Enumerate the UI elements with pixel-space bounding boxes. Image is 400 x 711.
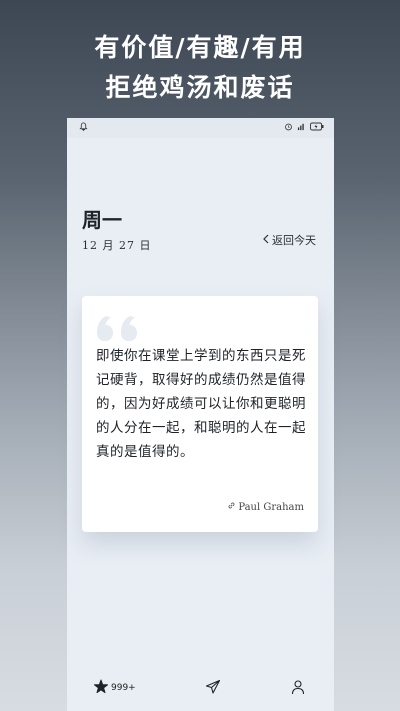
user-icon <box>290 679 306 698</box>
author-name: Paul Graham <box>238 501 304 513</box>
battery-icon <box>310 122 324 134</box>
profile-button[interactable] <box>290 679 306 698</box>
promo-line-2: 拒绝鸡汤和废话 <box>105 73 295 102</box>
chevron-left-icon <box>262 234 270 247</box>
bottom-nav: 999+ <box>67 665 334 711</box>
promo-headline: 有价值/有趣/有用 拒绝鸡汤和废话 <box>0 28 400 108</box>
quote-author: Paul Graham <box>227 501 304 513</box>
phone-screen: 周一 12 月 27 日 返回今天 即使你在课堂上学到的东西只是死记硬背，取得好… <box>67 118 334 711</box>
date-header: 周一 12 月 27 日 <box>82 204 151 253</box>
alarm-icon <box>284 122 293 134</box>
promo-line-1: 有价值/有趣/有用 <box>94 33 306 62</box>
share-button[interactable] <box>205 679 221 698</box>
bell-icon <box>79 122 88 134</box>
quote-card: 即使你在课堂上学到的东西只是死记硬背，取得好的成绩仍然是值得的，因为好成绩可以让… <box>82 296 318 532</box>
status-icons <box>284 122 324 134</box>
signal-icon <box>297 122 306 134</box>
link-icon <box>227 501 236 513</box>
date-label: 12 月 27 日 <box>82 239 152 252</box>
star-icon <box>93 679 109 698</box>
favorites-button[interactable]: 999+ <box>93 679 136 698</box>
day-title: 周一 <box>82 208 122 232</box>
send-icon <box>205 679 221 698</box>
quote-mark-icon <box>96 314 144 346</box>
status-bar <box>67 118 334 138</box>
back-to-today-button[interactable]: 返回今天 <box>262 232 316 248</box>
back-to-today-label: 返回今天 <box>272 234 316 247</box>
quote-text: 即使你在课堂上学到的东西只是死记硬背，取得好的成绩仍然是值得的，因为好成绩可以让… <box>96 348 306 460</box>
favorites-count: 999+ <box>111 683 136 693</box>
